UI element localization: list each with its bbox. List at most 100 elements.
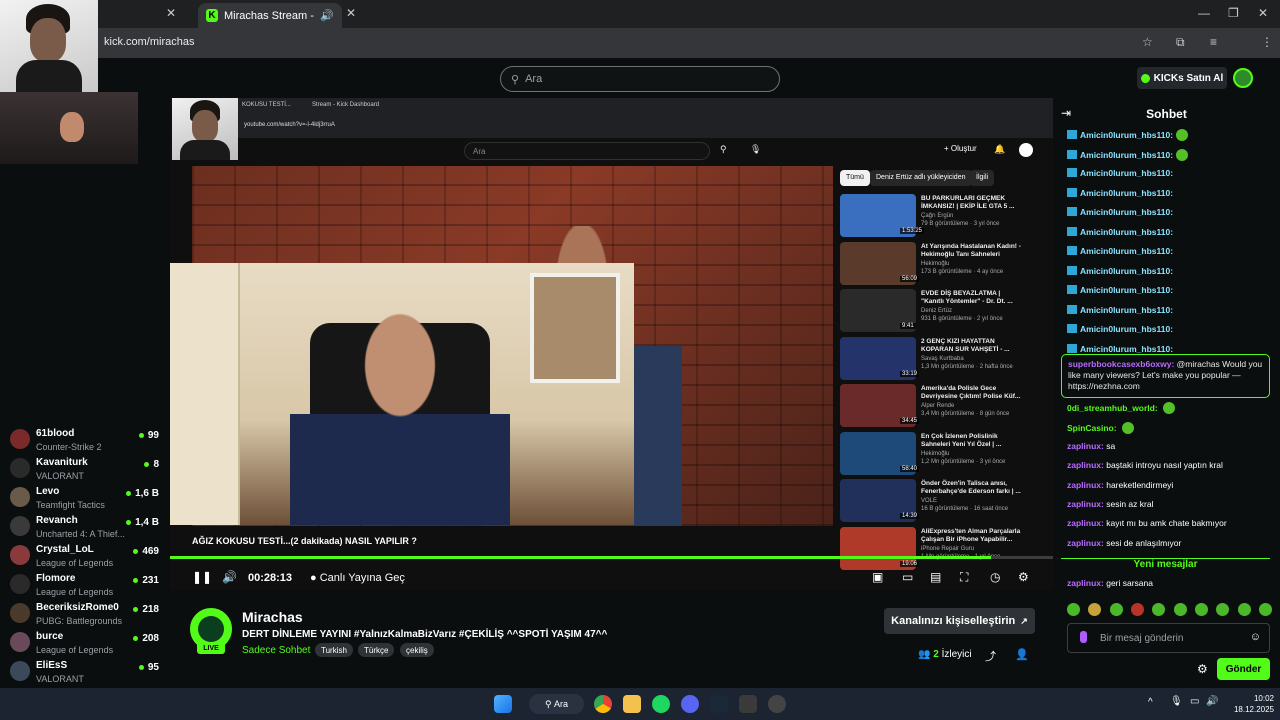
chat-username[interactable]: Amicin0lurum_hbs110:: [1080, 150, 1173, 160]
close-tab-icon[interactable]: ✕: [346, 6, 356, 20]
emoji-icon[interactable]: ☺: [1250, 631, 1261, 643]
menu-icon[interactable]: ⋮: [1261, 35, 1273, 49]
chrome-icon[interactable]: [594, 695, 612, 713]
chat-username[interactable]: zaplinux:: [1067, 499, 1104, 509]
chat-username[interactable]: Amicin0lurum_hbs110:: [1080, 246, 1173, 256]
emote-icon[interactable]: [1088, 603, 1102, 616]
go-live-button[interactable]: ● Canlı Yayına Geç: [310, 572, 405, 584]
emote-bar[interactable]: [1067, 603, 1272, 619]
sidebar-channel[interactable]: BeceriksizRome0 PUBG: Battlegrounds 218: [10, 600, 165, 629]
media-icon[interactable]: ≡: [1210, 35, 1217, 49]
obs-icon[interactable]: [768, 695, 786, 713]
pause-icon[interactable]: ❚❚: [192, 570, 212, 584]
user-avatar[interactable]: [1233, 68, 1253, 88]
chat-username[interactable]: Amicin0lurum_hbs110:: [1080, 344, 1173, 354]
emote-icon[interactable]: [1173, 603, 1187, 616]
chat-username[interactable]: Amicin0lurum_hbs110:: [1080, 188, 1173, 198]
emote-icon[interactable]: [1109, 603, 1123, 616]
clip-icon[interactable]: ▣: [872, 570, 883, 584]
emote-icon[interactable]: [1067, 603, 1080, 616]
taskbar-clock[interactable]: 10:02 18.12.2025: [1226, 693, 1274, 715]
extensions-icon[interactable]: ⧉: [1176, 35, 1185, 50]
close-tab-icon[interactable]: ✕: [166, 6, 176, 20]
sidebar-channel[interactable]: Flomore League of Legends 231: [10, 571, 165, 600]
emote-icon[interactable]: [1237, 603, 1251, 616]
chat-username[interactable]: zaplinux:: [1067, 518, 1104, 528]
chat-username[interactable]: Amicin0lurum_hbs110:: [1080, 305, 1173, 315]
maximize-icon[interactable]: ❐: [1228, 6, 1239, 20]
pip-icon[interactable]: ▤: [930, 570, 941, 584]
address-bar[interactable]: kick.com/mirachas ☆ ⧉ ≡ ⋮: [0, 28, 1280, 77]
yt-duration: 9:41: [900, 323, 916, 329]
chat-username[interactable]: zaplinux:: [1067, 460, 1104, 470]
chat-username[interactable]: Amicin0lurum_hbs110:: [1080, 227, 1173, 237]
chat-username[interactable]: zaplinux:: [1067, 480, 1104, 490]
network-icon[interactable]: ▭: [1190, 696, 1199, 707]
send-button[interactable]: Gönder: [1217, 658, 1270, 680]
volume-tray-icon[interactable]: 🔊: [1206, 696, 1218, 707]
chat-username[interactable]: Amicin0lurum_hbs110:: [1080, 130, 1173, 140]
sidebar-channel[interactable]: burce League of Legends 208: [10, 629, 165, 658]
emote-icon[interactable]: [1130, 603, 1144, 616]
chat-username[interactable]: zaplinux:: [1067, 538, 1104, 548]
steam-icon[interactable]: [710, 695, 728, 713]
chat-settings-icon[interactable]: ⚙: [1197, 662, 1208, 676]
theater-icon[interactable]: ▭: [902, 570, 913, 584]
emote-icon[interactable]: [1258, 603, 1272, 616]
tag-turkce[interactable]: Türkçe: [358, 643, 395, 657]
settings-icon[interactable]: ⚙: [1018, 570, 1029, 584]
chat-username[interactable]: 0di_streamhub_world:: [1067, 403, 1158, 413]
follow-user-icon[interactable]: 👤: [1015, 648, 1029, 661]
minimize-icon[interactable]: —: [1198, 6, 1210, 20]
chat-username[interactable]: Amicin0lurum_hbs110:: [1080, 168, 1173, 178]
sidebar-channel[interactable]: Kavaniturk VALORANT 8: [10, 455, 165, 484]
chat-username[interactable]: zaplinux:: [1067, 441, 1104, 451]
chat-username[interactable]: Amicin0lurum_hbs110:: [1080, 266, 1173, 276]
chat-username[interactable]: Amicin0lurum_hbs110:: [1080, 324, 1173, 334]
sidebar-channel[interactable]: Levo Teamfight Tactics 1,6 B: [10, 484, 165, 513]
tray-chevron-icon[interactable]: ^: [1148, 697, 1153, 708]
progress-bar[interactable]: [170, 556, 1053, 559]
start-icon[interactable]: [494, 695, 512, 713]
emote-icon[interactable]: [1152, 603, 1166, 616]
tag-turkish[interactable]: Turkish: [315, 643, 353, 657]
sidebar-channel[interactable]: EliEsS VALORANT 95: [10, 658, 165, 687]
sidebar-channel[interactable]: Crystal_LoL League of Legends 469: [10, 542, 165, 571]
close-window-icon[interactable]: ✕: [1258, 6, 1268, 20]
chat-username[interactable]: Amicin0lurum_hbs110:: [1080, 285, 1173, 295]
chat-input[interactable]: [1100, 631, 1240, 645]
chat-scrollbar[interactable]: [1272, 100, 1277, 687]
personalize-channel-button[interactable]: Kanalınızı kişiselleştirin ↗: [884, 608, 1035, 634]
stream-player[interactable]: KOKUSU TESTİ... Stream - Kick Dashboard …: [170, 98, 1053, 590]
folder-icon[interactable]: [623, 695, 641, 713]
browser-tab-kick[interactable]: K Mirachas Stream - Watch Li 🔊: [198, 3, 342, 28]
chat-input-box[interactable]: ☺: [1067, 623, 1270, 653]
chat-message: Amicin0lurum_hbs110:: [1067, 324, 1272, 335]
new-messages-divider[interactable]: Yeni mesajlar: [1061, 558, 1270, 572]
fullscreen-icon[interactable]: ⛶: [960, 570, 968, 585]
search-box[interactable]: ⚲ Ara: [500, 66, 780, 92]
mic-tray-icon[interactable]: 🎙: [1170, 696, 1183, 707]
sidebar-channel[interactable]: Revanch Uncharted 4: A Thief... 1,4 B: [10, 513, 165, 542]
tag-cekilis[interactable]: çekiliş: [400, 643, 434, 657]
taskbar-search[interactable]: ⚲ Ara: [529, 694, 584, 714]
audio-icon[interactable]: 🔊: [320, 9, 334, 22]
url-text[interactable]: kick.com/mirachas: [104, 36, 194, 48]
speed-icon[interactable]: ◷: [990, 570, 1000, 584]
emote-icon[interactable]: [1216, 603, 1230, 616]
bookmark-star-icon[interactable]: ☆: [1142, 35, 1153, 49]
stream-category[interactable]: Sadece Sohbet: [242, 645, 310, 656]
app-icon[interactable]: [739, 695, 757, 713]
share-icon[interactable]: ⤴: [985, 648, 996, 664]
chat-username[interactable]: Amicin0lurum_hbs110:: [1080, 207, 1173, 217]
spotify-icon[interactable]: [652, 695, 670, 713]
channel-name[interactable]: Mirachas: [242, 609, 303, 625]
sidebar-channel[interactable]: 61blood Counter-Strike 2 99: [10, 426, 165, 455]
buy-kicks-button[interactable]: KICKs Satın Al: [1137, 67, 1227, 89]
chat-username[interactable]: SpinCasino:: [1067, 423, 1117, 433]
discord-icon[interactable]: [681, 695, 699, 713]
mic-icon[interactable]: [1080, 631, 1087, 643]
volume-icon[interactable]: 🔊: [222, 570, 237, 584]
channel-name: Levo: [36, 486, 60, 497]
emote-icon[interactable]: [1194, 603, 1208, 616]
